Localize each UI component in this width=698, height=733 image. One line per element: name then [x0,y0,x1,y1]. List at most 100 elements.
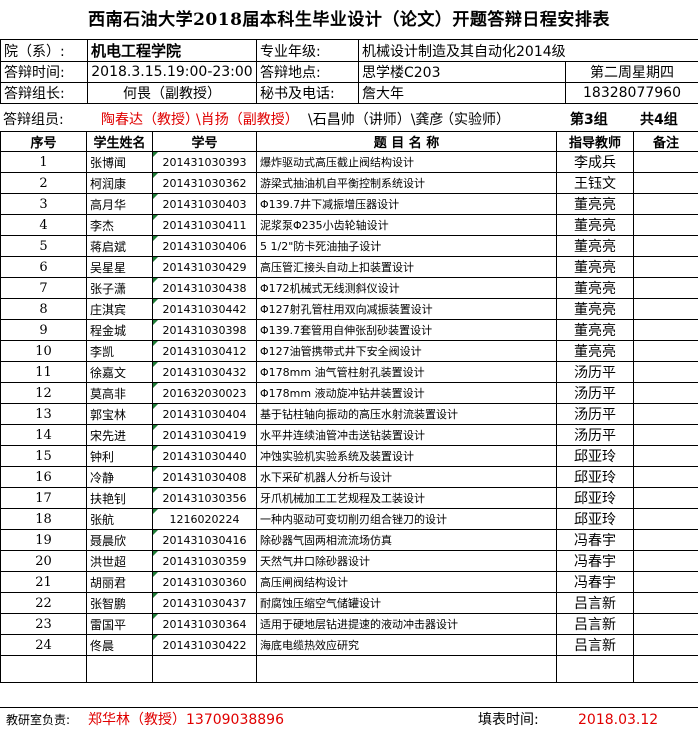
row-number: 22 [1,593,87,614]
advisor-name: 董亮亮 [557,257,634,278]
topic-title: 海底电缆热效应研究 [257,635,557,656]
topic-title: 基于钻柱轴向振动的高压水射流装置设计 [257,404,557,425]
advisor-name: 董亮亮 [557,320,634,341]
blank-cell [634,656,698,683]
office-label: 教研室负责: [6,708,70,733]
student-name: 高月华 [87,194,153,215]
sheet-title: 西南石油大学2018届本科生毕业设计（论文）开题答辩日程安排表 [0,0,698,40]
topic-title: 爆炸驱动式高压截止阀结构设计 [257,152,557,173]
table-row: 4李杰201431030411泥浆泵Φ235小齿轮轴设计董亮亮 [1,215,698,236]
student-name: 郭宝林 [87,404,153,425]
row-number: 12 [1,383,87,404]
note-cell [634,362,698,383]
advisor-name: 冯春宇 [557,551,634,572]
week-value: 第二周星期四 [566,62,698,83]
dept-value: 机电工程学院 [88,40,257,62]
student-name: 雷国平 [87,614,153,635]
student-id: 201431030416 [153,530,257,551]
table-row: 15钟利201431030440冲蚀实验机实验系统及装置设计邱亚玲 [1,446,698,467]
topic-title: Φ172机械式无线测斜仪设计 [257,278,557,299]
member-shi-gong: \石昌帅（讲师）\龚彦 [308,109,443,131]
student-name: 张博闻 [87,152,153,173]
advisor-name: 吕言新 [557,635,634,656]
topic-title: 牙爪机械加工工艺规程及工装设计 [257,488,557,509]
student-id: 201431030442 [153,299,257,320]
topic-title: 高压闸阀结构设计 [257,572,557,593]
student-name: 蒋启斌 [87,236,153,257]
note-cell [634,467,698,488]
student-id: 201431030419 [153,425,257,446]
student-name: 扶艳钊 [87,488,153,509]
note-cell [634,173,698,194]
row-number: 5 [1,236,87,257]
row-number: 24 [1,635,87,656]
table-row: 5蒋启斌2014310304065 1/2"防卡死油抽子设计董亮亮 [1,236,698,257]
student-name: 张航 [87,509,153,530]
student-name: 钟利 [87,446,153,467]
table-row: 12莫高非201632030023Φ178mm 液动旋冲钻井装置设计汤历平 [1,383,698,404]
row-number: 7 [1,278,87,299]
table-row: 22张智鹏201431030437耐腐蚀压缩空气储罐设计吕言新 [1,593,698,614]
note-cell [634,299,698,320]
note-cell [634,530,698,551]
topic-title: 5 1/2"防卡死油抽子设计 [257,236,557,257]
note-cell [634,152,698,173]
members-label: 答辩组员: [3,109,64,131]
student-id: 201431030437 [153,593,257,614]
row-number: 11 [1,362,87,383]
dept-label: 院（系）: [1,40,88,62]
student-id: 201431030393 [153,152,257,173]
row-number: 17 [1,488,87,509]
major-value: 机械设计制造及其自动化2014级 [359,40,698,62]
table-row: 16冷静201431030408水下采矿机器人分析与设计邱亚玲 [1,467,698,488]
topic-title: 水平井连续油管冲击送钻装置设计 [257,425,557,446]
student-name: 程金城 [87,320,153,341]
note-cell [634,383,698,404]
note-cell [634,257,698,278]
table-row: 21胡丽君201431030360高压闸阀结构设计冯春宇 [1,572,698,593]
advisor-name: 冯春宇 [557,530,634,551]
note-cell [634,572,698,593]
advisor-name: 吕言新 [557,593,634,614]
table-row: 14宋先进201431030419水平井连续油管冲击送钻装置设计汤历平 [1,425,698,446]
blank-cell [257,656,557,683]
row-number: 2 [1,173,87,194]
topic-title: Φ178mm 油气管柱射孔装置设计 [257,362,557,383]
col-header-id: 学号 [153,132,257,152]
col-header-advisor: 指导教师 [557,132,634,152]
advisor-name: 董亮亮 [557,278,634,299]
topic-title: 高压管汇接头自动上扣装置设计 [257,257,557,278]
topic-title: 游梁式抽油机自平衡控制系统设计 [257,173,557,194]
advisor-name: 王钰文 [557,173,634,194]
student-name: 佟晨 [87,635,153,656]
blank-cell [557,656,634,683]
advisor-name: 邱亚玲 [557,446,634,467]
row-number: 14 [1,425,87,446]
row-number: 8 [1,299,87,320]
secretary-label: 秘书及电话: [257,83,359,104]
student-id: 201431030408 [153,467,257,488]
topic-title: 耐腐蚀压缩空气储罐设计 [257,593,557,614]
student-id: 201431030440 [153,446,257,467]
row-number: 13 [1,404,87,425]
student-id: 201431030359 [153,551,257,572]
student-id: 201431030362 [153,173,257,194]
row-number: 10 [1,341,87,362]
advisor-name: 董亮亮 [557,215,634,236]
schedule-header-row: 序号 学生姓名 学号 题 目 名 称 指导教师 备注 [1,132,698,152]
table-row: 2柯润康201431030362游梁式抽油机自平衡控制系统设计王钰文 [1,173,698,194]
topic-title: 冲蚀实验机实验系统及装置设计 [257,446,557,467]
col-header-no: 序号 [1,132,87,152]
table-row: 11徐嘉文201431030432Φ178mm 油气管柱射孔装置设计汤历平 [1,362,698,383]
time-value: 2018.3.15.19:00-23:00 [88,62,257,83]
advisor-name: 冯春宇 [557,572,634,593]
row-number: 15 [1,446,87,467]
table-row: 3高月华201431030403Φ139.7井下减振增压器设计董亮亮 [1,194,698,215]
leader-value: 何畏（副教授） [88,83,257,104]
student-id: 201431030356 [153,488,257,509]
student-id: 201431030412 [153,341,257,362]
student-name: 冷静 [87,467,153,488]
note-cell [634,593,698,614]
col-header-topic: 题 目 名 称 [257,132,557,152]
row-number: 4 [1,215,87,236]
